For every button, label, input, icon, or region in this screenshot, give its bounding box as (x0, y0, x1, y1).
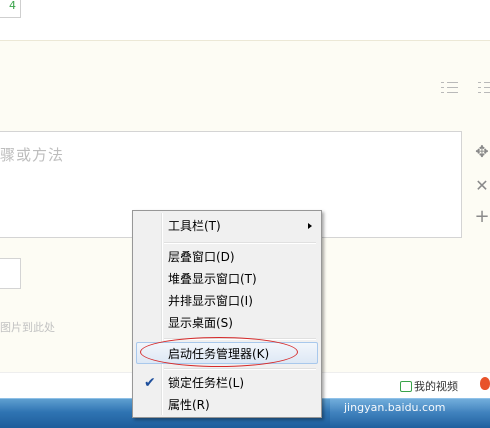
ordered-list-icon[interactable] (441, 80, 459, 96)
menu-separator (164, 368, 316, 370)
my-video-link[interactable]: 我的视频 (400, 378, 458, 394)
menu-item-task-manager[interactable]: 启动任务管理器(K) (136, 342, 318, 364)
submenu-arrow-icon (308, 223, 312, 229)
step-placeholder: 骤或方法 (0, 146, 65, 164)
menu-separator (164, 338, 316, 340)
small-input-field[interactable] (0, 258, 21, 289)
close-icon[interactable]: ✕ (474, 178, 490, 194)
top-toolbar: 4 (0, 0, 490, 40)
menu-item-lock-taskbar[interactable]: ✔ 锁定任务栏(L) (136, 372, 318, 394)
watermark: jingyan.baidu.com (344, 401, 446, 414)
taskbar-context-menu: 工具栏(T) 层叠窗口(D) 堆叠显示窗口(T) 并排显示窗口(I) 显示桌面(… (132, 210, 322, 418)
menu-item-stack-windows[interactable]: 堆叠显示窗口(T) (136, 268, 318, 290)
move-icon[interactable]: ✥ (474, 144, 490, 160)
menu-item-side-by-side[interactable]: 并排显示窗口(I) (136, 290, 318, 312)
checkmark-icon: ✔ (144, 375, 156, 391)
menu-item-properties[interactable]: 属性(R) (136, 394, 318, 416)
flame-icon (480, 377, 490, 390)
video-icon (400, 380, 412, 392)
menu-separator (164, 242, 316, 244)
upload-hint: 图片到此处 (0, 321, 55, 334)
my-video-label: 我的视频 (414, 380, 458, 393)
add-icon[interactable]: + (474, 208, 490, 226)
menu-item-show-desktop[interactable]: 显示桌面(S) (136, 312, 318, 334)
bullet-list-icon[interactable] (478, 80, 490, 96)
toolbar-button[interactable]: 4 (0, 0, 21, 18)
menu-item-cascade-windows[interactable]: 层叠窗口(D) (136, 246, 318, 268)
menu-item-toolbars[interactable]: 工具栏(T) (136, 215, 318, 237)
